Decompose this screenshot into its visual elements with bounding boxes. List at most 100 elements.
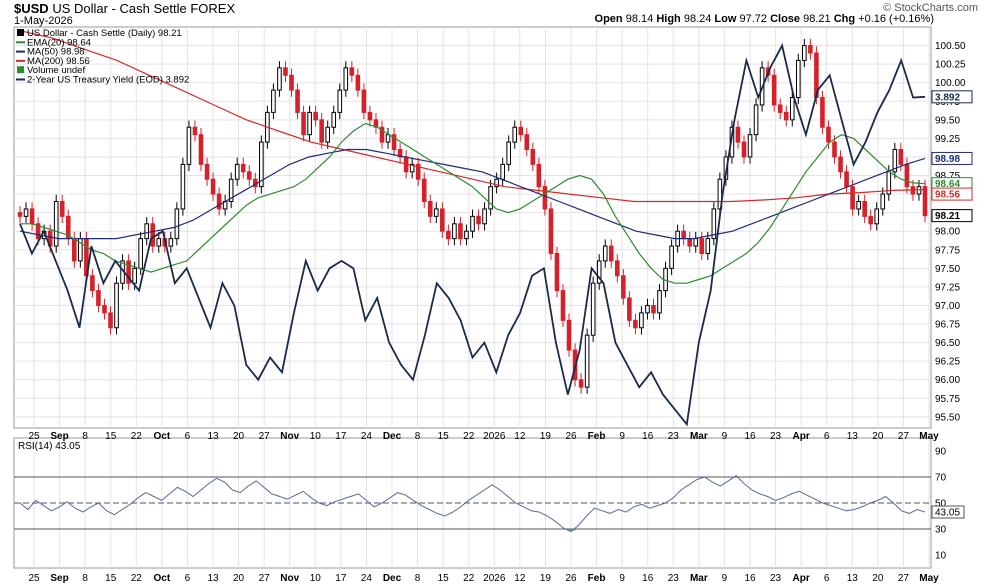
candle-body bbox=[72, 238, 77, 262]
candle-body bbox=[114, 282, 119, 329]
candle-body bbox=[349, 67, 355, 76]
x-tick-label: Oct bbox=[154, 431, 171, 442]
candle-body bbox=[584, 334, 590, 388]
candle-body bbox=[542, 186, 548, 210]
rsi-title: RSI(14) 43.05 bbox=[18, 441, 81, 452]
x-tick-label: 26 bbox=[565, 431, 577, 442]
candle-body bbox=[132, 267, 137, 284]
x-tick-label: 22 bbox=[463, 431, 475, 442]
price-y-tick-label: 97.00 bbox=[935, 301, 960, 312]
candle-body bbox=[802, 45, 807, 61]
rsi-x-tick-label: 16 bbox=[744, 573, 756, 584]
candle-body bbox=[627, 297, 632, 321]
rsi-x-tick-label: Feb bbox=[588, 573, 606, 584]
x-tick-label: Apr bbox=[793, 431, 810, 442]
rsi-x-tick-label: 8 bbox=[415, 573, 421, 584]
candle-body bbox=[608, 245, 614, 262]
value-tag-label: 98.56 bbox=[935, 190, 960, 201]
candle-body bbox=[578, 379, 584, 388]
candle-body bbox=[446, 230, 451, 240]
candle-body bbox=[777, 104, 783, 113]
rsi-x-tick-label: 13 bbox=[207, 573, 219, 584]
x-tick-label: 12 bbox=[514, 431, 526, 442]
candle-body bbox=[826, 126, 831, 143]
candle-body bbox=[512, 126, 518, 143]
candle-body bbox=[53, 201, 59, 247]
x-tick-label: 13 bbox=[847, 431, 859, 442]
candle-body bbox=[615, 260, 620, 277]
candle-body bbox=[421, 178, 427, 203]
candle-body bbox=[524, 134, 530, 151]
rsi-x-tick-label: 6 bbox=[185, 573, 191, 584]
rsi-x-tick-label: 25 bbox=[28, 573, 40, 584]
candle-body bbox=[96, 290, 101, 306]
price-y-tick-label: 96.00 bbox=[935, 375, 960, 386]
candle-body bbox=[210, 178, 216, 195]
rsi-y-tick-label: 70 bbox=[935, 473, 947, 484]
candle-body bbox=[898, 149, 904, 165]
candle-body bbox=[832, 141, 837, 158]
rsi-x-tick-label: Mar bbox=[690, 573, 708, 584]
candle-body bbox=[59, 201, 65, 217]
price-y-tick-label: 98.00 bbox=[935, 227, 960, 238]
candle-body bbox=[301, 111, 306, 136]
x-tick-label: 6 bbox=[185, 431, 191, 442]
x-tick-label: 9 bbox=[619, 431, 625, 442]
value-tag-label: 98.21 bbox=[935, 211, 960, 222]
price-y-tick-label: 97.25 bbox=[935, 282, 960, 293]
chart-svg: 100.50100.25100.0099.7599.5099.2599.0098… bbox=[13, 26, 973, 584]
x-tick-label: 10 bbox=[310, 431, 322, 442]
candle-body bbox=[385, 134, 391, 143]
rsi-x-tick-label: 20 bbox=[233, 573, 245, 584]
x-tick-label: 27 bbox=[898, 431, 910, 442]
candle-body bbox=[470, 215, 475, 232]
candle-body bbox=[216, 193, 222, 210]
candle-body bbox=[156, 238, 162, 247]
rsi-y-tick-label: 30 bbox=[935, 525, 947, 536]
candle-body bbox=[144, 223, 149, 240]
candle-body bbox=[904, 163, 910, 188]
candle-body bbox=[452, 223, 457, 240]
candle-body bbox=[669, 245, 674, 269]
candle-body bbox=[880, 193, 886, 210]
candle-body bbox=[681, 230, 686, 240]
x-tick-label: Dec bbox=[383, 431, 402, 442]
candle-body bbox=[488, 186, 493, 210]
candle-body bbox=[295, 89, 300, 113]
price-y-tick-label: 99.25 bbox=[935, 134, 960, 145]
candle-body bbox=[307, 111, 312, 136]
x-tick-label: 23 bbox=[668, 431, 680, 442]
candle-body bbox=[186, 126, 192, 165]
candle-body bbox=[838, 156, 843, 173]
rsi-x-tick-label: 8 bbox=[82, 573, 88, 584]
x-tick-label: 24 bbox=[361, 431, 373, 442]
rsi-x-tick-label: Dec bbox=[383, 573, 402, 584]
x-tick-label: 16 bbox=[744, 431, 756, 442]
rsi-x-tick-label: 13 bbox=[847, 573, 859, 584]
candle-body bbox=[687, 238, 692, 247]
rsi-x-tick-label: 22 bbox=[131, 573, 143, 584]
candle-body bbox=[850, 186, 855, 210]
candle-body bbox=[427, 201, 433, 217]
candle-body bbox=[874, 208, 880, 225]
rsi-x-tick-label: 15 bbox=[105, 573, 117, 584]
value-tag-label: 98.98 bbox=[935, 154, 960, 165]
candle-body bbox=[108, 312, 113, 329]
bars-icon bbox=[17, 66, 24, 74]
candle-body bbox=[343, 67, 349, 91]
candle-body bbox=[657, 290, 662, 314]
candle-body bbox=[458, 223, 463, 240]
candle-body bbox=[168, 238, 174, 247]
candle-body bbox=[361, 89, 367, 113]
price-y-tick-label: 96.75 bbox=[935, 320, 960, 331]
candle-body bbox=[705, 238, 711, 254]
candle-body bbox=[808, 45, 813, 54]
rsi-x-tick-label: 2026 bbox=[483, 573, 506, 584]
x-tick-label: 22 bbox=[131, 431, 143, 442]
candle-body bbox=[198, 134, 204, 165]
candle-body bbox=[621, 275, 626, 299]
rsi-x-tick-label: 17 bbox=[335, 573, 347, 584]
candle-body bbox=[771, 74, 777, 106]
rsi-x-tick-label: 27 bbox=[898, 573, 910, 584]
candle-body bbox=[337, 89, 343, 113]
